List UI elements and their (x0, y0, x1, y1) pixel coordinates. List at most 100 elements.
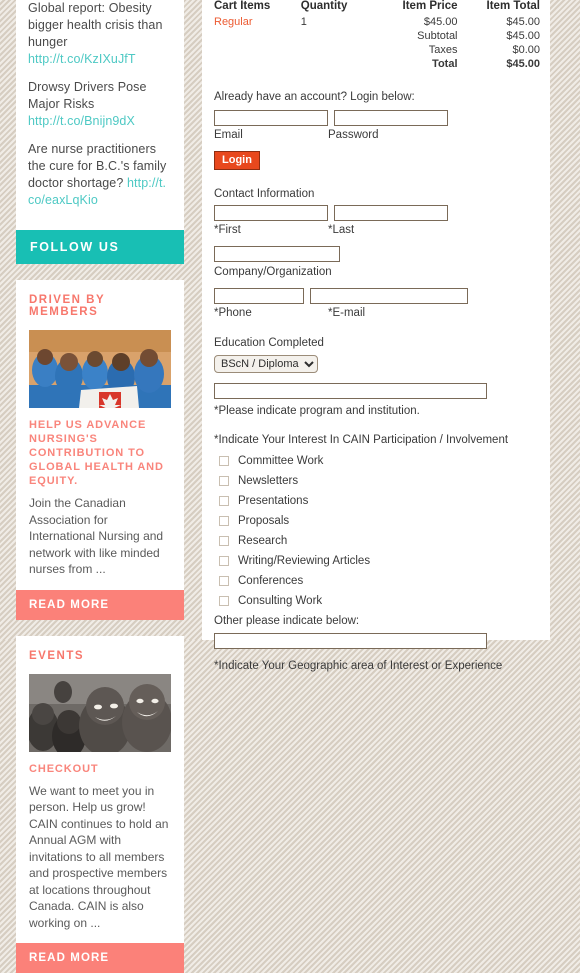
column-header-items: Cart Items (214, 0, 301, 15)
first-name-field[interactable] (214, 205, 328, 221)
sidebar: Global report: Obesity bigger health cri… (16, 0, 184, 973)
contact-email-label: *E-mail (328, 307, 365, 319)
card-body: We want to meet you in person. Help us g… (29, 783, 171, 932)
total-value: $45.00 (458, 57, 540, 71)
checkbox-icon[interactable] (219, 516, 229, 526)
interest-title: *Indicate Your Interest In CAIN Particip… (214, 434, 540, 446)
tweet-item: Are nurse practitioners the cure for B.C… (28, 141, 172, 209)
tweet-link[interactable]: http://t.co/KzIXuJfT (28, 52, 136, 66)
email-label: Email (214, 129, 328, 141)
other-interest-field[interactable] (214, 633, 487, 649)
checkbox-row-research[interactable]: Research (214, 535, 540, 547)
read-more-button[interactable]: READ MORE (16, 590, 184, 620)
page-root: Global report: Obesity bigger health cri… (0, 0, 580, 640)
checkbox-icon[interactable] (219, 496, 229, 506)
phone-field[interactable] (214, 288, 304, 304)
subtotal-value: $45.00 (458, 29, 540, 43)
checkbox-row-writing-reviewing-articles[interactable]: Writing/Reviewing Articles (214, 555, 540, 567)
taxes-value: $0.00 (458, 43, 540, 57)
taxes-row: Taxes $0.00 (214, 43, 540, 57)
checkbox-icon[interactable] (219, 536, 229, 546)
checkbox-row-consulting-work[interactable]: Consulting Work (214, 595, 540, 607)
column-header-item-total: Item Total (458, 0, 540, 15)
checkbox-icon[interactable] (219, 576, 229, 586)
email-field[interactable] (214, 110, 328, 126)
total-row: Total $45.00 (214, 57, 540, 71)
checkbox-label: Conferences (238, 575, 303, 587)
company-field-row (214, 246, 540, 262)
card-heading: HELP US ADVANCE NURSING'S CONTRIBUTION T… (29, 418, 171, 488)
password-label: Password (328, 129, 379, 141)
checkbox-row-newsletters[interactable]: Newsletters (214, 475, 540, 487)
total-label: Total (373, 57, 458, 71)
education-select[interactable]: BScN / Diploma (214, 355, 318, 373)
checkbox-row-conferences[interactable]: Conferences (214, 575, 540, 587)
tweet-link[interactable]: http://t.co/Bnijn9dX (28, 114, 135, 128)
password-field[interactable] (334, 110, 448, 126)
program-institution-field[interactable] (214, 383, 487, 399)
subtotal-row: Subtotal $45.00 (214, 29, 540, 43)
login-label-row: Email Password (214, 129, 540, 141)
login-button[interactable]: Login (214, 151, 260, 170)
checkbox-icon[interactable] (219, 596, 229, 606)
cart-item-quantity: 1 (301, 15, 373, 29)
taxes-label: Taxes (373, 43, 458, 57)
company-field[interactable] (214, 246, 340, 262)
tweet-item: Drowsy Drivers Pose Major Risks http://t… (28, 79, 172, 130)
cart-header-row: Cart Items Quantity Item Price Item Tota… (214, 0, 540, 15)
company-label: Company/Organization (214, 266, 540, 278)
tweet-text: Global report: Obesity bigger health cri… (28, 1, 163, 49)
program-note: *Please indicate program and institution… (214, 405, 540, 417)
tweet-item: Global report: Obesity bigger health cri… (28, 0, 172, 68)
first-name-label: *First (214, 224, 328, 236)
cart-item-name[interactable]: Regular (214, 15, 301, 29)
other-interest-label: Other please indicate below: (214, 615, 540, 627)
card-title: EVENTS (29, 650, 171, 662)
main-content: Cart Items Quantity Item Price Item Tota… (202, 0, 550, 640)
card-heading: CHECKOUT (29, 762, 171, 776)
checkbox-label: Writing/Reviewing Articles (238, 555, 370, 567)
card-image-nurses (29, 330, 171, 408)
last-name-field[interactable] (334, 205, 448, 221)
cart-item-price: $45.00 (373, 15, 458, 29)
checkbox-label: Consulting Work (238, 595, 322, 607)
card-image-people (29, 674, 171, 752)
last-name-label: *Last (328, 224, 354, 236)
subtotal-label: Subtotal (373, 29, 458, 43)
login-intro-text: Already have an account? Login below: (214, 91, 540, 103)
contact-information-label: Contact Information (214, 188, 540, 200)
cart-item-total: $45.00 (458, 15, 540, 29)
phone-label: *Phone (214, 307, 328, 319)
card-events: EVENTS (16, 636, 184, 973)
name-field-row (214, 205, 540, 221)
table-row: Regular 1 $45.00 $45.00 (214, 15, 540, 29)
checkbox-label: Presentations (238, 495, 308, 507)
login-field-row (214, 110, 540, 126)
checkbox-row-presentations[interactable]: Presentations (214, 495, 540, 507)
checkbox-row-committee-work[interactable]: Committee Work (214, 455, 540, 467)
checkbox-label: Proposals (238, 515, 289, 527)
tweet-text: Drowsy Drivers Pose Major Risks (28, 80, 147, 111)
checkbox-icon[interactable] (219, 456, 229, 466)
geographic-area-note: *Indicate Your Geographic area of Intere… (214, 660, 540, 672)
twitter-feed-panel: Global report: Obesity bigger health cri… (16, 0, 184, 230)
phone-email-label-row: *Phone *E-mail (214, 307, 540, 319)
other-field-row (214, 633, 540, 649)
card-title: DRIVEN BY MEMBERS (29, 294, 171, 318)
column-header-item-price: Item Price (373, 0, 458, 15)
checkbox-label: Committee Work (238, 455, 323, 467)
read-more-button[interactable]: READ MORE (16, 943, 184, 973)
cart-table: Cart Items Quantity Item Price Item Tota… (214, 0, 540, 71)
program-field-row (214, 383, 540, 399)
checkbox-icon[interactable] (219, 476, 229, 486)
card-driven-by-members: DRIVEN BY MEMBERS (16, 280, 184, 620)
education-completed-label: Education Completed (214, 337, 540, 349)
phone-email-field-row (214, 288, 540, 304)
card-body: Join the Canadian Association for Intern… (29, 495, 171, 578)
name-label-row: *First *Last (214, 224, 540, 236)
checkbox-label: Newsletters (238, 475, 298, 487)
checkbox-row-proposals[interactable]: Proposals (214, 515, 540, 527)
contact-email-field[interactable] (310, 288, 468, 304)
follow-us-bar[interactable]: FOLLOW US (16, 230, 184, 264)
checkbox-icon[interactable] (219, 556, 229, 566)
